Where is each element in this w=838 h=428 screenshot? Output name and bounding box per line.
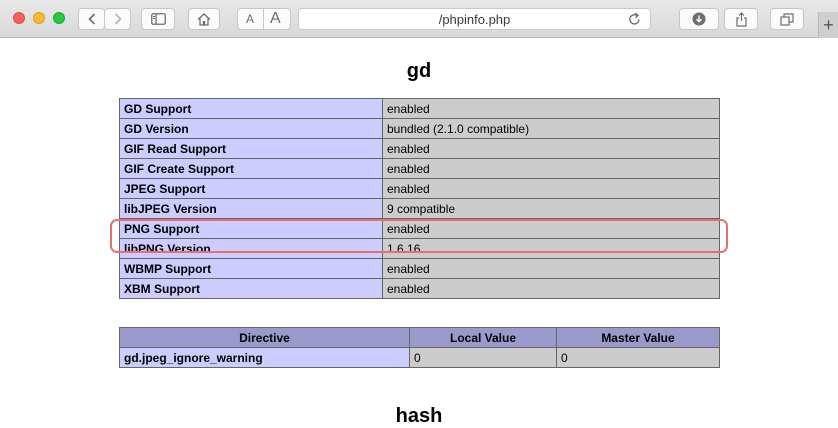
text-smaller-button[interactable]: A <box>246 12 254 26</box>
column-header-local-value: Local Value <box>409 327 557 348</box>
url-text[interactable]: /phpinfo.php <box>299 12 650 27</box>
text-larger-button[interactable]: A <box>270 10 281 28</box>
table-row: gd.jpeg_ignore_warning 0 0 <box>119 347 720 368</box>
table-row: JPEG Support enabled <box>119 178 720 199</box>
text-size-control: A A <box>237 8 291 30</box>
row-key: XBM Support <box>119 278 383 299</box>
row-key: GIF Create Support <box>119 158 383 179</box>
downloads-icon <box>692 12 706 26</box>
table-row: GD Support enabled <box>119 98 720 119</box>
table-row: GIF Create Support enabled <box>119 158 720 179</box>
row-value: enabled <box>382 178 720 199</box>
back-icon <box>87 13 95 25</box>
segment-divider <box>263 9 264 29</box>
row-value: enabled <box>382 158 720 179</box>
plus-icon: + <box>823 15 834 35</box>
local-value: 0 <box>409 347 557 368</box>
gd-info-table: GD Support enabled GD Version bundled (2.1… <box>119 98 720 299</box>
row-key: GIF Read Support <box>119 138 383 159</box>
column-header-directive: Directive <box>119 327 410 348</box>
row-key: libPNG Version <box>119 238 383 259</box>
table-row: libPNG Version 1.6.16 <box>119 238 720 259</box>
back-button[interactable] <box>78 8 105 30</box>
row-value: 9 compatible <box>382 198 720 219</box>
minimize-window-button[interactable] <box>33 12 45 24</box>
sidebar-icon <box>150 13 166 25</box>
zoom-window-button[interactable] <box>53 12 65 24</box>
row-value: enabled <box>382 98 720 119</box>
share-icon <box>735 11 747 27</box>
table-row: libJPEG Version 9 compatible <box>119 198 720 219</box>
row-value: enabled <box>382 138 720 159</box>
section-title-hash: hash <box>395 405 443 427</box>
row-key: GD Support <box>119 98 383 119</box>
row-value: bundled (2.1.0 compatible) <box>382 118 720 139</box>
table-header-row: Directive Local Value Master Value <box>119 327 720 348</box>
address-bar[interactable]: /phpinfo.php <box>298 8 651 30</box>
browser-toolbar: A A /phpinfo.php + <box>0 0 838 38</box>
row-key: PNG Support <box>119 218 383 239</box>
downloads-button[interactable] <box>679 8 719 30</box>
sidebar-button[interactable] <box>141 8 175 30</box>
tab-overview-button[interactable] <box>770 8 804 30</box>
home-icon <box>197 12 211 26</box>
tabs-icon <box>780 12 794 26</box>
row-value: enabled <box>382 258 720 279</box>
row-value: enabled <box>382 218 720 239</box>
forward-button[interactable] <box>104 8 131 30</box>
table-row: WBMP Support enabled <box>119 258 720 279</box>
master-value: 0 <box>556 347 720 368</box>
share-button[interactable] <box>724 8 758 30</box>
new-tab-button[interactable]: + <box>818 12 838 38</box>
row-key: WBMP Support <box>119 258 383 279</box>
table-row: XBM Support enabled <box>119 278 720 299</box>
close-window-button[interactable] <box>13 12 25 24</box>
reload-icon[interactable] <box>628 12 641 26</box>
row-key: libJPEG Version <box>119 198 383 219</box>
row-key: GD Version <box>119 118 383 139</box>
column-header-master-value: Master Value <box>556 327 720 348</box>
forward-icon <box>114 13 122 25</box>
row-value: enabled <box>382 278 720 299</box>
directive-name: gd.jpeg_ignore_warning <box>119 347 410 368</box>
gd-directives-table: Directive Local Value Master Value gd.jp… <box>119 327 720 368</box>
row-value: 1.6.16 <box>382 238 720 259</box>
table-row: GD Version bundled (2.1.0 compatible) <box>119 118 720 139</box>
row-key: JPEG Support <box>119 178 383 199</box>
home-button[interactable] <box>188 8 220 30</box>
table-row: GIF Read Support enabled <box>119 138 720 159</box>
section-title-gd: gd <box>406 60 432 82</box>
table-row-png-support: PNG Support enabled <box>119 218 720 239</box>
